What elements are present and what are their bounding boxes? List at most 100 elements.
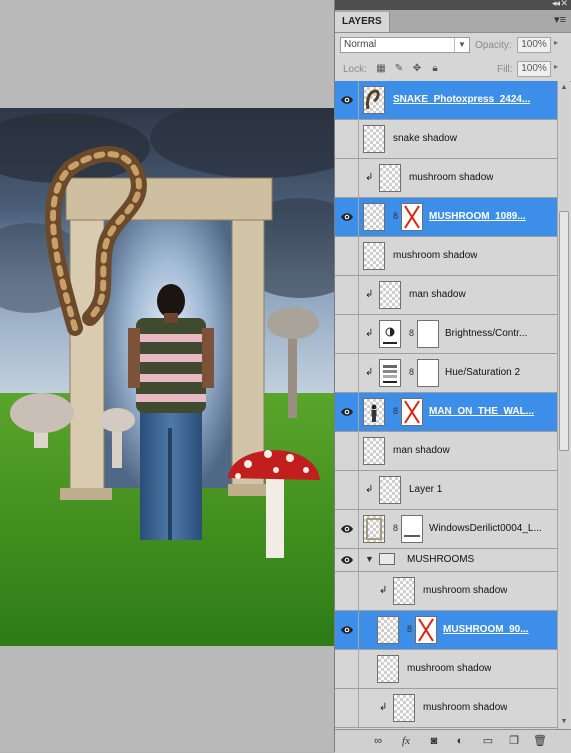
layer-thumbnail[interactable] [363,242,385,270]
visibility-toggle[interactable] [335,510,359,548]
layer-group-row[interactable]: ▼ MUSHROOMS [335,549,557,572]
visibility-toggle[interactable] [335,120,359,158]
adjustment-layer-icon[interactable]: ◐ [453,734,467,748]
layer-mask-thumbnail[interactable] [415,616,437,644]
new-group-icon[interactable]: ▭ [481,734,495,748]
layer-mask-thumbnail[interactable] [401,398,423,426]
layer-row[interactable]: ↲ mushroom shadow [335,689,557,728]
layer-row[interactable]: ↲ man shadow [335,276,557,315]
scroll-down-icon[interactable]: ▼ [559,717,569,727]
visibility-toggle[interactable] [335,572,359,610]
lock-image-pixels-icon[interactable]: ✎ [393,63,405,75]
layer-thumbnail[interactable] [363,398,385,426]
group-expand-triangle-icon[interactable]: ▼ [365,554,374,564]
mask-link-icon[interactable]: 8 [393,211,399,221]
add-mask-icon[interactable]: ◙ [427,734,441,748]
layer-row[interactable]: ↲ 8 Brightness/Contr... [335,315,557,354]
layer-name[interactable]: MUSHROOM_90... [443,624,529,635]
layer-mask-thumbnail[interactable] [417,320,439,348]
layer-thumbnail[interactable] [363,125,385,153]
layer-row[interactable]: ↲ 8 Hue/Saturation 2 [335,354,557,393]
visibility-toggle[interactable] [335,689,359,727]
layer-name[interactable]: Brightness/Contr... [445,328,527,339]
new-layer-icon[interactable]: ❐ [507,734,521,748]
layer-thumbnail[interactable] [379,281,401,309]
layer-mask-thumbnail[interactable] [417,359,439,387]
layer-name[interactable]: Layer 1 [409,484,442,495]
visibility-toggle[interactable] [335,432,359,470]
mask-link-icon[interactable]: 8 [393,406,399,416]
mask-link-icon[interactable]: 8 [393,523,399,533]
layer-thumbnail[interactable] [363,437,385,465]
layer-name[interactable]: man shadow [409,289,466,300]
opacity-field[interactable]: 100% [517,37,551,53]
layer-thumbnail[interactable] [379,164,401,192]
layer-row[interactable]: snake shadow [335,120,557,159]
lock-all-icon[interactable]: 🔒︎ [429,63,441,75]
layer-name[interactable]: mushroom shadow [423,702,507,713]
trash-icon[interactable]: 🗑︎ [533,734,547,748]
mask-link-icon[interactable]: 8 [407,624,413,634]
layer-thumbnail[interactable] [377,655,399,683]
document-canvas-area[interactable] [0,0,334,752]
opacity-slider-arrow-icon[interactable]: ▸ [554,38,558,47]
visibility-toggle[interactable] [335,611,359,649]
layer-row[interactable]: ↲ Layer 1 [335,471,557,510]
fx-icon[interactable]: fx [399,734,413,748]
collapse-arrows-icon[interactable]: ◂◂ ✕ [552,0,568,9]
mask-link-icon[interactable]: 8 [409,367,415,377]
visibility-toggle[interactable] [335,354,359,392]
layer-name[interactable]: mushroom shadow [407,663,491,674]
group-name[interactable]: MUSHROOMS [407,554,474,565]
mask-link-icon[interactable]: 8 [409,328,415,338]
scroll-up-icon[interactable]: ▲ [559,83,569,93]
layer-mask-thumbnail[interactable] [401,203,423,231]
layer-thumbnail[interactable] [379,320,401,348]
visibility-toggle[interactable] [335,198,359,236]
layer-name[interactable]: mushroom shadow [423,585,507,596]
artwork-image[interactable] [0,108,334,646]
layer-thumbnail[interactable] [363,515,385,543]
visibility-toggle[interactable] [335,315,359,353]
layer-thumbnail[interactable] [379,359,401,387]
layer-row[interactable]: 8 WindowsDerilict0004_L... [335,510,557,549]
layer-name[interactable]: Hue/Saturation 2 [445,367,520,378]
layers-scrollbar[interactable]: ▲ ▼ [557,81,570,729]
lock-transparent-pixels-icon[interactable]: ▦ [375,63,387,75]
visibility-toggle[interactable] [335,81,359,119]
layer-row[interactable]: ↲ mushroom shadow [335,159,557,198]
lock-position-icon[interactable]: ✥ [411,63,423,75]
layer-name[interactable]: snake shadow [393,133,457,144]
layer-row[interactable]: 8 MUSHROOM_90... [335,611,557,650]
visibility-toggle[interactable] [335,393,359,431]
visibility-toggle[interactable] [335,159,359,197]
layer-row[interactable]: 8 MAN_ON_THE_WAL... [335,393,557,432]
visibility-toggle[interactable] [335,549,359,571]
layer-row[interactable]: man shadow [335,432,557,471]
layer-name[interactable]: man shadow [393,445,450,456]
layer-name[interactable]: WindowsDerilict0004_L... [429,523,542,534]
visibility-toggle[interactable] [335,471,359,509]
layer-thumbnail[interactable] [377,616,399,644]
link-layers-icon[interactable]: ∞ [371,734,385,748]
blend-mode-select[interactable]: Normal ▼ [340,37,470,53]
panel-menu-icon[interactable]: ▾≡ [554,13,566,26]
layer-thumbnail[interactable] [363,86,385,114]
layer-thumbnail[interactable] [393,577,415,605]
layer-row[interactable]: 8 MUSHROOM_1089... [335,198,557,237]
layer-row[interactable]: SNAKE_Photoxpress_2424... [335,81,557,120]
layer-name[interactable]: MUSHROOM_1089... [429,211,526,222]
layer-name[interactable]: mushroom shadow [409,172,493,183]
tab-layers[interactable]: LAYERS [335,12,390,32]
layer-thumbnail[interactable] [363,203,385,231]
visibility-toggle[interactable] [335,237,359,275]
layer-name[interactable]: mushroom shadow [393,250,477,261]
layer-thumbnail[interactable] [379,476,401,504]
layer-mask-thumbnail[interactable] [401,515,423,543]
fill-slider-arrow-icon[interactable]: ▸ [554,62,558,71]
layer-thumbnail[interactable] [393,694,415,722]
fill-field[interactable]: 100% [517,61,551,77]
visibility-toggle[interactable] [335,650,359,688]
visibility-toggle[interactable] [335,276,359,314]
layer-row[interactable]: ↲ mushroom shadow [335,572,557,611]
